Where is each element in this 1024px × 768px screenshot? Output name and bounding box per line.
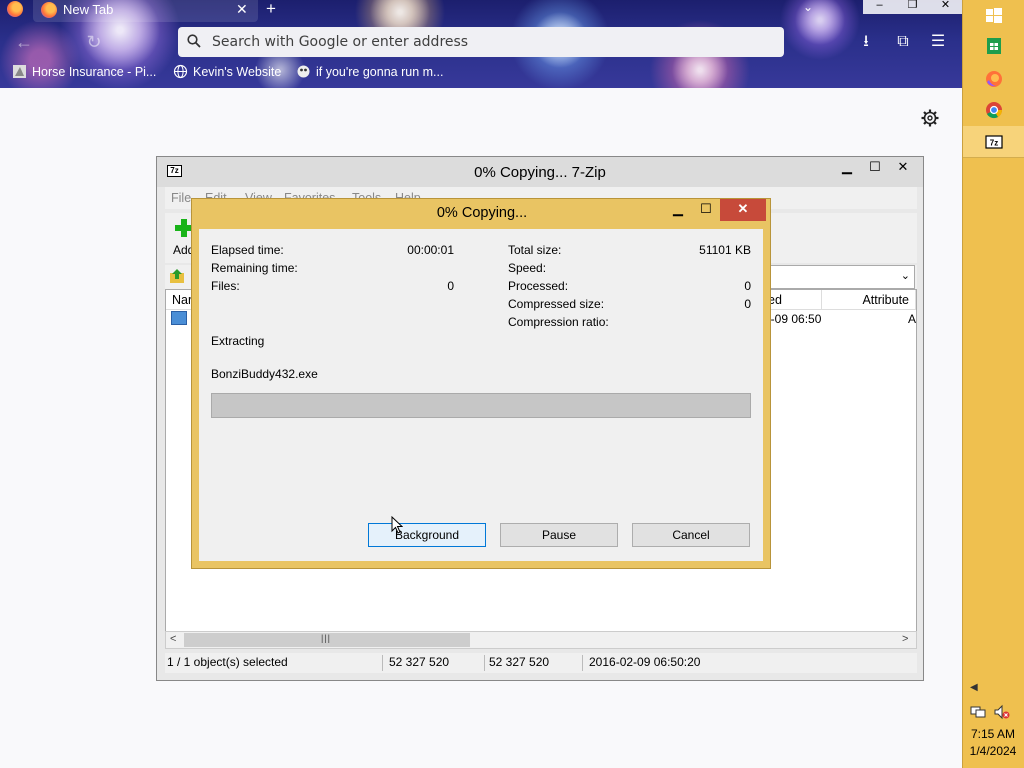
network-icon[interactable] bbox=[970, 704, 986, 720]
back-icon[interactable]: ← bbox=[12, 30, 36, 54]
processed-label: Processed: bbox=[508, 279, 569, 293]
start-button[interactable] bbox=[963, 0, 1024, 32]
minimize-icon[interactable]: – bbox=[863, 0, 896, 14]
operation-label: Extracting bbox=[211, 334, 265, 348]
progress-bar bbox=[211, 393, 751, 418]
tab-strip: New Tab ✕ + ⌄ – ❐ ✕ bbox=[0, 0, 962, 22]
svg-text:7z: 7z bbox=[990, 139, 998, 148]
file-attr-cell: A bbox=[908, 312, 917, 326]
compressed-size-value: 0 bbox=[744, 297, 751, 311]
scroll-right-icon[interactable]: > bbox=[902, 633, 908, 645]
remaining-label: Remaining time: bbox=[211, 261, 298, 275]
maximize-icon[interactable]: ☐ bbox=[692, 199, 720, 221]
dialog-body: Elapsed time: 00:00:01 Remaining time: F… bbox=[199, 229, 763, 561]
column-header-attributes[interactable]: Attribute bbox=[822, 290, 916, 310]
chrome-icon bbox=[986, 102, 1003, 119]
file-icon bbox=[171, 311, 187, 325]
tab-list-icon[interactable]: ⌄ bbox=[803, 0, 813, 14]
firefox-menu-icon[interactable] bbox=[7, 1, 23, 17]
gear-icon[interactable] bbox=[920, 108, 940, 128]
clock-date[interactable]: 1/4/2024 bbox=[962, 744, 1024, 758]
chevron-down-icon: ⌄ bbox=[900, 270, 910, 282]
status-size: 52 327 520 bbox=[387, 655, 485, 671]
grip-icon: ||| bbox=[321, 633, 332, 643]
copy-progress-dialog: 0% Copying... ▁ ☐ ✕ Elapsed time: 00:00:… bbox=[191, 198, 771, 569]
compressed-size-label: Compressed size: bbox=[508, 297, 605, 311]
downloads-icon[interactable]: ⭳ bbox=[856, 32, 876, 52]
nav-bar: ← ↻ ⭳ ⧉ ☰ bbox=[0, 24, 962, 60]
cancel-button[interactable]: Cancel bbox=[632, 523, 750, 547]
volume-muted-icon[interactable] bbox=[994, 704, 1010, 720]
speed-label: Speed: bbox=[508, 261, 547, 275]
menu-icon[interactable]: ☰ bbox=[928, 32, 948, 52]
menu-file[interactable]: File bbox=[171, 191, 191, 205]
browser-window-controls: – ❐ ✕ bbox=[863, 0, 962, 14]
maximize-icon[interactable]: ❐ bbox=[896, 0, 929, 14]
search-input[interactable] bbox=[212, 31, 772, 53]
url-bar[interactable] bbox=[178, 27, 784, 57]
reload-icon[interactable]: ↻ bbox=[82, 30, 106, 54]
bookmark-label: Kevin's Website bbox=[193, 64, 282, 79]
statusbar: 1 / 1 object(s) selected 52 327 520 52 3… bbox=[165, 653, 917, 673]
file-modified-cell: 2-09 06:50 bbox=[764, 312, 822, 326]
taskbar-sheets[interactable] bbox=[963, 30, 1024, 62]
status-selected: 1 / 1 object(s) selected bbox=[165, 655, 383, 671]
compression-ratio-label: Compression ratio: bbox=[508, 315, 609, 329]
bookmarks-toolbar: Horse Insurance - Pi... Kevin's Website … bbox=[0, 62, 962, 84]
firefox-tab-icon bbox=[41, 2, 57, 18]
windows-start-icon bbox=[986, 8, 1002, 23]
bookmark-favicon-icon bbox=[297, 65, 310, 78]
scroll-left-icon[interactable]: < bbox=[170, 633, 176, 645]
bookmark-label: Horse Insurance - Pi... bbox=[32, 64, 157, 79]
taskbar-7zip[interactable]: 7z bbox=[963, 126, 1024, 158]
extensions-icon[interactable]: ⧉ bbox=[893, 32, 913, 52]
browser-chrome: New Tab ✕ + ⌄ – ❐ ✕ ← ↻ ⭳ ⧉ ☰ Horse Insu… bbox=[0, 0, 962, 88]
close-icon[interactable]: ✕ bbox=[720, 199, 766, 221]
new-tab-icon[interactable]: + bbox=[266, 0, 276, 19]
processed-value: 0 bbox=[744, 279, 751, 293]
bookmark-label: if you're gonna run m... bbox=[316, 64, 444, 79]
7zip-icon: 7z bbox=[985, 135, 1003, 149]
column-header-modified[interactable]: ed bbox=[762, 290, 822, 310]
zip-window-title: 0% Copying... 7-Zip bbox=[474, 164, 606, 181]
taskbar: 7z bbox=[962, 0, 1024, 768]
chevron-left-icon[interactable]: ◀ bbox=[970, 682, 978, 693]
maximize-icon[interactable]: ☐ bbox=[861, 158, 889, 178]
globe-icon bbox=[173, 64, 188, 79]
files-value: 0 bbox=[447, 279, 454, 293]
clock-time[interactable]: 7:15 AM bbox=[962, 727, 1024, 741]
close-icon[interactable]: ✕ bbox=[889, 158, 917, 178]
close-icon[interactable]: ✕ bbox=[929, 0, 962, 14]
background-button[interactable]: Background bbox=[368, 523, 486, 547]
zip-titlebar[interactable]: 7z 0% Copying... 7-Zip ▁ ☐ ✕ bbox=[157, 157, 923, 187]
close-tab-icon[interactable]: ✕ bbox=[236, 1, 248, 18]
tab-title: New Tab bbox=[63, 2, 114, 17]
minimize-icon[interactable]: ▁ bbox=[833, 158, 861, 178]
bookmark-kevins-website[interactable]: Kevin's Website bbox=[173, 64, 281, 79]
tab-new-tab[interactable]: New Tab ✕ bbox=[33, 0, 258, 22]
files-label: Files: bbox=[211, 279, 240, 293]
minimize-icon[interactable]: ▁ bbox=[664, 199, 692, 221]
horizontal-scrollbar[interactable]: < ||| > bbox=[165, 631, 917, 649]
total-size-value: 51101 KB bbox=[699, 243, 751, 257]
taskbar-chrome[interactable] bbox=[963, 94, 1024, 126]
mouse-cursor-icon bbox=[391, 516, 403, 534]
pause-button[interactable]: Pause bbox=[500, 523, 618, 547]
elapsed-label: Elapsed time: bbox=[211, 243, 284, 257]
current-file-label: BonziBuddy432.exe bbox=[211, 367, 318, 381]
bookmark-favicon-icon bbox=[13, 65, 26, 78]
path-dropdown[interactable]: ⌄ bbox=[769, 265, 915, 289]
total-size-label: Total size: bbox=[508, 243, 562, 257]
taskbar-firefox[interactable] bbox=[963, 63, 1024, 95]
zip-window-controls: ▁ ☐ ✕ bbox=[833, 158, 917, 178]
folder-up-icon[interactable] bbox=[169, 268, 185, 284]
sheets-icon bbox=[987, 38, 1001, 54]
bookmark-gonna-run[interactable]: if you're gonna run m... bbox=[296, 64, 443, 79]
status-packed: 52 327 520 bbox=[487, 655, 583, 671]
bookmark-horse-insurance[interactable]: Horse Insurance - Pi... bbox=[12, 64, 156, 79]
elapsed-value: 00:00:01 bbox=[407, 243, 454, 257]
firefox-icon bbox=[986, 71, 1002, 87]
status-modified: 2016-02-09 06:50:20 bbox=[589, 655, 701, 669]
search-icon bbox=[187, 34, 201, 48]
